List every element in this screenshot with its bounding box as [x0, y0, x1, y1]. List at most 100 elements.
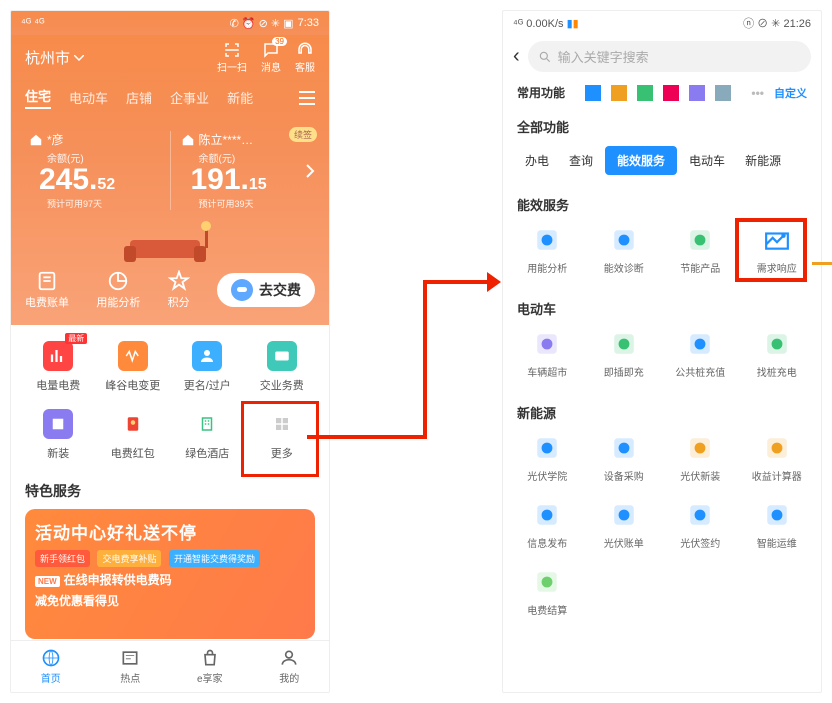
tab-home[interactable]: 住宅 [25, 86, 51, 109]
rtab-active[interactable]: 能效服务 [605, 146, 677, 175]
function-item[interactable]: 找桩充电 [739, 330, 816, 379]
tab-new-energy[interactable]: 新能 [227, 88, 253, 107]
account-name: *彦 [29, 131, 160, 148]
renew-badge[interactable]: 续签 [289, 127, 317, 142]
tab-ev[interactable]: 电动车 [69, 88, 108, 107]
function-grid: 车辆超市即插即充公共桩充值找桩充电 [503, 324, 821, 393]
function-item[interactable]: 光伏账单 [586, 501, 663, 550]
promo-banner[interactable]: 活动中心好礼送不停 新手领红包 交电费享补贴 开通智能交费得奖励 NEW在线申报… [25, 509, 315, 639]
function-icon [686, 330, 714, 358]
rtab[interactable]: 查询 [561, 146, 601, 175]
nav-label: 热点 [120, 670, 140, 685]
function-label: 光伏账单 [604, 535, 644, 550]
search-input[interactable]: 输入关键字搜索 [528, 41, 811, 72]
grid-label: 电费红包 [111, 445, 155, 461]
status-time: 21:26 [783, 18, 811, 30]
function-item[interactable]: 能效诊断 [586, 226, 663, 275]
fav-icon[interactable] [689, 85, 705, 101]
points-button[interactable]: 积分 [168, 270, 190, 310]
pill: 交电费享补贴 [97, 550, 161, 567]
function-label: 电费结算 [527, 602, 567, 617]
function-item[interactable]: 光伏新装 [662, 434, 739, 483]
function-item[interactable]: 需求响应 [739, 226, 816, 275]
nav-hot[interactable]: 热点 [91, 641, 171, 692]
message-button[interactable]: 39 消息 [261, 41, 281, 74]
rtab[interactable]: 电动车 [681, 146, 733, 175]
function-label: 用能分析 [527, 260, 567, 275]
status-signal: ⁴ᴳ 0.00K/s [513, 18, 564, 30]
status-bar: ⁴ᴳ 0.00K/s ▮▮ ⓝ ⊘ ✳ 21:26 [503, 11, 821, 35]
grid-item-peak[interactable]: 峰谷电变更 [96, 341, 171, 393]
function-item[interactable]: 信息发布 [509, 501, 586, 550]
usage-button[interactable]: 用能分析 [96, 270, 140, 310]
function-item[interactable]: 公共桩充值 [662, 330, 739, 379]
bill-button[interactable]: 电费账单 [25, 270, 69, 310]
function-item[interactable]: 节能产品 [662, 226, 739, 275]
account-cards: *彦 余额(元) 245.52 预计可用97天 续签 陈立****… 余额(元)… [25, 123, 315, 218]
function-icon [533, 434, 561, 462]
tab-biz[interactable]: 企事业 [170, 88, 209, 107]
new-tag: 最新 [65, 333, 87, 344]
function-item[interactable]: 光伏学院 [509, 434, 586, 483]
bag-icon [200, 648, 220, 668]
pay-button[interactable]: 去交费 [217, 273, 315, 307]
amt-int: 245. [39, 163, 97, 196]
chevron-down-icon [74, 55, 84, 61]
nav-home[interactable]: 首页 [11, 641, 91, 692]
back-button[interactable]: ‹ [513, 45, 520, 68]
top-icons: 扫一扫 39 消息 客服 [217, 41, 315, 74]
function-item[interactable]: 电费结算 [509, 568, 586, 617]
function-item[interactable]: 收益计算器 [739, 434, 816, 483]
nav-ehome[interactable]: e享家 [170, 641, 250, 692]
fav-icon[interactable] [715, 85, 731, 101]
status-icons: ✆ ⏰ ⊘ ✳ ▣ [230, 17, 294, 30]
rtab[interactable]: 办电 [517, 146, 557, 175]
account-card-0[interactable]: *彦 余额(元) 245.52 预计可用97天 [25, 123, 164, 218]
highlight-box-demand [735, 218, 807, 282]
rtab[interactable]: 新能源 [737, 146, 789, 175]
grid-item-bill[interactable]: 最新 电量电费 [21, 341, 96, 393]
grid-item-hotel[interactable]: 绿色酒店 [170, 409, 245, 461]
acct-name-text: *彦 [47, 131, 64, 148]
toolbar: 电费账单 用能分析 积分 去交费 [25, 270, 315, 310]
fav-icon[interactable] [611, 85, 627, 101]
function-item[interactable]: 车辆超市 [509, 330, 586, 379]
function-icon [763, 330, 791, 358]
fav-icon[interactable] [637, 85, 653, 101]
function-item[interactable]: 智能运维 [739, 501, 816, 550]
balance-amount: 245.52 [29, 165, 160, 195]
customize-link[interactable]: 自定义 [774, 85, 807, 101]
fav-icon[interactable] [663, 85, 679, 101]
function-label: 找桩充电 [757, 364, 797, 379]
city-selector[interactable]: 杭州市 [25, 47, 84, 68]
scan-button[interactable]: 扫一扫 [217, 41, 247, 74]
account-card-1[interactable]: 续签 陈立****… 余额(元) 191.15 预计可用39天 [177, 123, 316, 218]
grid-item-redpacket[interactable]: 电费红包 [96, 409, 171, 461]
grid-item-rename[interactable]: 更名/过户 [170, 341, 245, 393]
grid-item-fee[interactable]: 交业务费 [245, 341, 320, 393]
grid-item-new[interactable]: 新装 [21, 409, 96, 461]
fav-icon[interactable] [585, 85, 601, 101]
balance-amount: 191.15 [181, 165, 312, 195]
function-item[interactable]: 即插即充 [586, 330, 663, 379]
predict-text: 预计可用39天 [181, 197, 312, 210]
function-item[interactable]: 设备采购 [586, 434, 663, 483]
nav-label: 我的 [279, 670, 299, 685]
menu-icon[interactable] [299, 91, 315, 105]
status-signal: ⁴ᴳ ⁴ᴳ [21, 17, 44, 29]
function-item[interactable]: 光伏签约 [662, 501, 739, 550]
message-label: 消息 [261, 59, 281, 74]
tab-shop[interactable]: 店铺 [126, 88, 152, 107]
function-label: 收益计算器 [752, 468, 802, 483]
function-item[interactable]: 用能分析 [509, 226, 586, 275]
wave-icon [118, 341, 148, 371]
hero-area: 杭州市 扫一扫 39 消息 客服 住宅 [11, 35, 329, 325]
function-icon [763, 434, 791, 462]
points-label: 积分 [168, 294, 190, 310]
acct-name-text: 陈立****… [199, 131, 254, 148]
nav-me[interactable]: 我的 [250, 641, 330, 692]
function-icon [533, 501, 561, 529]
cs-button[interactable]: 客服 [295, 41, 315, 74]
quick-grid: 最新 电量电费 峰谷电变更 更名/过户 交业务费 新装 电费红包 [11, 325, 329, 471]
new-install-icon [43, 409, 73, 439]
